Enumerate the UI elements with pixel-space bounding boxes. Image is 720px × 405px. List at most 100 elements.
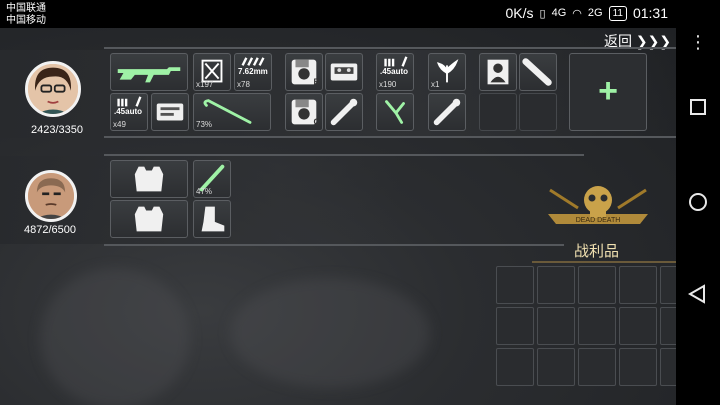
loot-slot[interactable] (578, 307, 616, 345)
loot-slot[interactable] (578, 266, 616, 304)
slot-rifle-ammo[interactable]: x197 (193, 53, 231, 91)
game-area: 返回 ❯❯❯ 2423/3350 x197 7.62mm x78 B .45au… (0, 28, 676, 405)
loot-slot[interactable] (537, 307, 575, 345)
slot-empty[interactable] (519, 93, 557, 131)
armor-vest-icon (134, 206, 164, 232)
ammo-type-label: .45auto (114, 107, 143, 116)
boot-icon (201, 206, 225, 232)
svg-text:C: C (313, 116, 319, 126)
armor-vest-icon (134, 166, 164, 192)
svg-text:B: B (313, 76, 319, 86)
cassette-tape-icon (330, 63, 358, 81)
carrier-1: 中国联通 (6, 3, 46, 14)
slot-id-card[interactable] (151, 93, 189, 131)
clock: 01:31 (632, 5, 668, 21)
floppy-disk-icon: B (291, 59, 320, 86)
carrier-2: 中国移动 (6, 15, 46, 26)
back-nav-button[interactable] (676, 283, 720, 310)
slot-cassette-tape[interactable] (325, 53, 363, 91)
loot-slot[interactable] (537, 348, 575, 386)
female-portrait-icon (28, 64, 78, 114)
slot-flashlight[interactable] (325, 93, 363, 131)
slot-herb[interactable]: x1 (428, 53, 466, 91)
loot-slot[interactable] (496, 348, 534, 386)
durability-label: 73% (196, 120, 213, 129)
character-1-hp: 2423/3350 (31, 124, 83, 136)
battery-icon: 11 (608, 5, 627, 21)
ammo-type-label: .45auto (380, 67, 409, 76)
loot-slot[interactable] (537, 266, 575, 304)
slot-crowbar[interactable]: 73% (193, 93, 271, 131)
knife-icon (385, 100, 405, 124)
slot-flashlight-2[interactable] (428, 93, 466, 131)
background-blur (230, 278, 430, 388)
slot-bandage[interactable] (519, 53, 557, 91)
slot-empty[interactable] (479, 93, 517, 131)
divider (104, 244, 564, 246)
status-bar: 中国联通 中国移动 0K/s ▯ 4G ◠ 2G 11 01:31 (0, 0, 720, 28)
divider (104, 154, 584, 156)
slot-quantity: x1 (431, 80, 440, 89)
loot-emblem: DEAD DEATH (540, 180, 656, 242)
loot-title: 战利品 (574, 243, 620, 260)
assault-rifle-icon (117, 67, 181, 83)
loot-slot[interactable] (660, 307, 676, 345)
slot-quantity: x197 (196, 80, 214, 89)
bandage-icon (522, 58, 552, 86)
home-button[interactable] (676, 191, 720, 218)
net-speed: 0K/s (505, 5, 534, 21)
flashlight-icon (330, 98, 358, 126)
loot-slot[interactable] (496, 307, 534, 345)
durability-label: 47% (196, 187, 213, 196)
system-nav-bar: ⋮ (676, 28, 720, 405)
square-icon (690, 99, 706, 115)
background-blur (40, 268, 190, 405)
character-2-hp: 4872/6500 (24, 224, 76, 236)
id-card-icon (156, 103, 184, 121)
signal-4g-label: 4G (551, 7, 567, 19)
slot-floppy-disk-c[interactable]: C (285, 93, 323, 131)
loot-slot[interactable] (619, 307, 657, 345)
slot-assault-rifle[interactable] (110, 53, 188, 91)
loot-slot[interactable] (578, 348, 616, 386)
slot-armor-vest-2[interactable] (110, 200, 188, 238)
divider (532, 261, 676, 263)
character-1-avatar[interactable] (25, 61, 81, 117)
floppy-disk-icon: C (291, 99, 320, 126)
loot-slot[interactable] (619, 348, 657, 386)
slot-machete[interactable]: 47% (193, 160, 231, 198)
ammo-type-label: 7.62mm (238, 67, 268, 76)
character-2-avatar[interactable] (25, 170, 77, 222)
skull-emblem-icon: DEAD DEATH (548, 186, 648, 224)
add-slot-button[interactable]: + (569, 53, 647, 131)
status-right: 0K/s ▯ 4G ◠ 2G 11 01:31 (506, 5, 669, 21)
slot-quantity: x49 (113, 120, 126, 129)
loot-slot[interactable] (660, 266, 676, 304)
game-screen: 中国联通 中国移动 0K/s ▯ 4G ◠ 2G 11 01:31 返回 ❯❯❯ (0, 0, 720, 405)
slot-photo[interactable] (479, 53, 517, 91)
signal-2g-label: 2G (587, 7, 603, 19)
divider (104, 47, 676, 49)
flashlight-icon (433, 98, 461, 126)
slot-knife[interactable] (376, 93, 414, 131)
slot-quantity: x78 (237, 80, 250, 89)
recent-apps-button[interactable] (676, 98, 720, 123)
loot-slot[interactable] (619, 266, 657, 304)
menu-dots-icon[interactable]: ⋮ (676, 32, 720, 53)
slot-floppy-disk-b[interactable]: B (285, 53, 323, 91)
emblem-text: DEAD DEATH (576, 217, 621, 224)
slot-ammo-45-a[interactable]: .45auto x190 (376, 53, 414, 91)
triangle-back-icon (687, 284, 705, 304)
slot-ammo-45-b[interactable]: .45auto x49 (110, 93, 148, 131)
circle-icon (689, 193, 707, 211)
photograph-icon (487, 59, 509, 85)
loot-slot[interactable] (660, 348, 676, 386)
slot-quantity: x190 (379, 80, 397, 89)
slot-ammo-762[interactable]: 7.62mm x78 (234, 53, 272, 91)
slot-boots[interactable] (193, 200, 231, 238)
divider (104, 136, 676, 138)
loot-slot[interactable] (496, 266, 534, 304)
wifi-icon: ◠ (572, 7, 582, 20)
slot-armor-vest-1[interactable] (110, 160, 188, 198)
male-portrait-icon (28, 173, 74, 219)
